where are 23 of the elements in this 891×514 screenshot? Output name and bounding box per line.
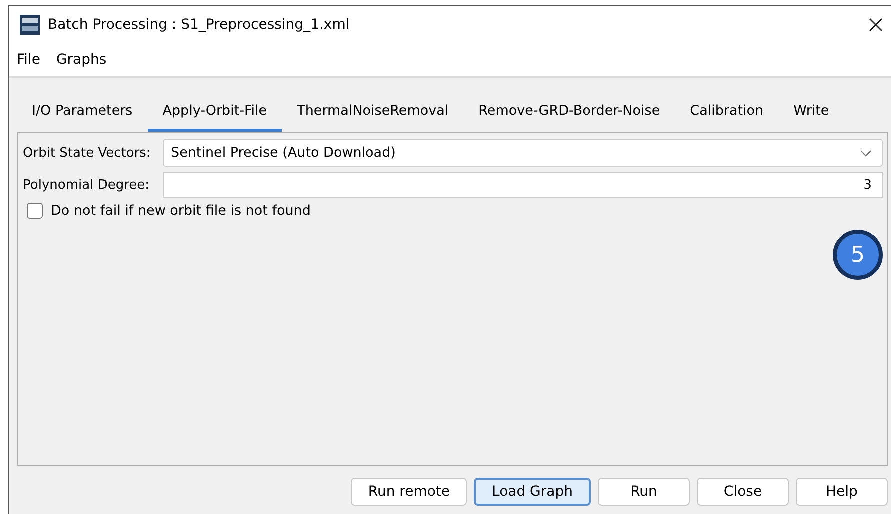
step-badge: 5 (833, 230, 883, 280)
button[interactable]: Run remote (351, 478, 468, 506)
tab[interactable]: I/O Parameters (17, 92, 148, 132)
tab[interactable]: Write (778, 92, 844, 132)
checkbox-label: Do not fail if new orbit file is not found (51, 203, 311, 219)
tab[interactable]: Remove-GRD-Border-Noise (464, 92, 676, 132)
button[interactable]: Load Graph (474, 478, 591, 506)
checkbox[interactable] (27, 203, 43, 219)
dropdown[interactable]: Sentinel Precise (Auto Download) (163, 139, 883, 167)
window-title: Batch Processing : S1_Preprocessing_1.xml (48, 17, 350, 33)
chevron-down-icon (860, 150, 872, 156)
tab[interactable]: ThermalNoiseRemoval (282, 92, 464, 132)
field-label: Orbit State Vectors: (23, 146, 152, 160)
button[interactable]: Run (598, 478, 690, 506)
app-logo-icon (20, 15, 40, 35)
menu-item[interactable]: Graphs (50, 52, 113, 68)
tab[interactable]: Calibration (675, 92, 779, 132)
button[interactable]: Help (796, 478, 888, 506)
close-icon[interactable] (869, 18, 883, 32)
input-field[interactable]: 3 (163, 172, 883, 198)
field-label: Polynomial Degree: (23, 178, 151, 192)
button[interactable]: Close (697, 478, 789, 506)
menu-item[interactable]: File (11, 52, 46, 68)
